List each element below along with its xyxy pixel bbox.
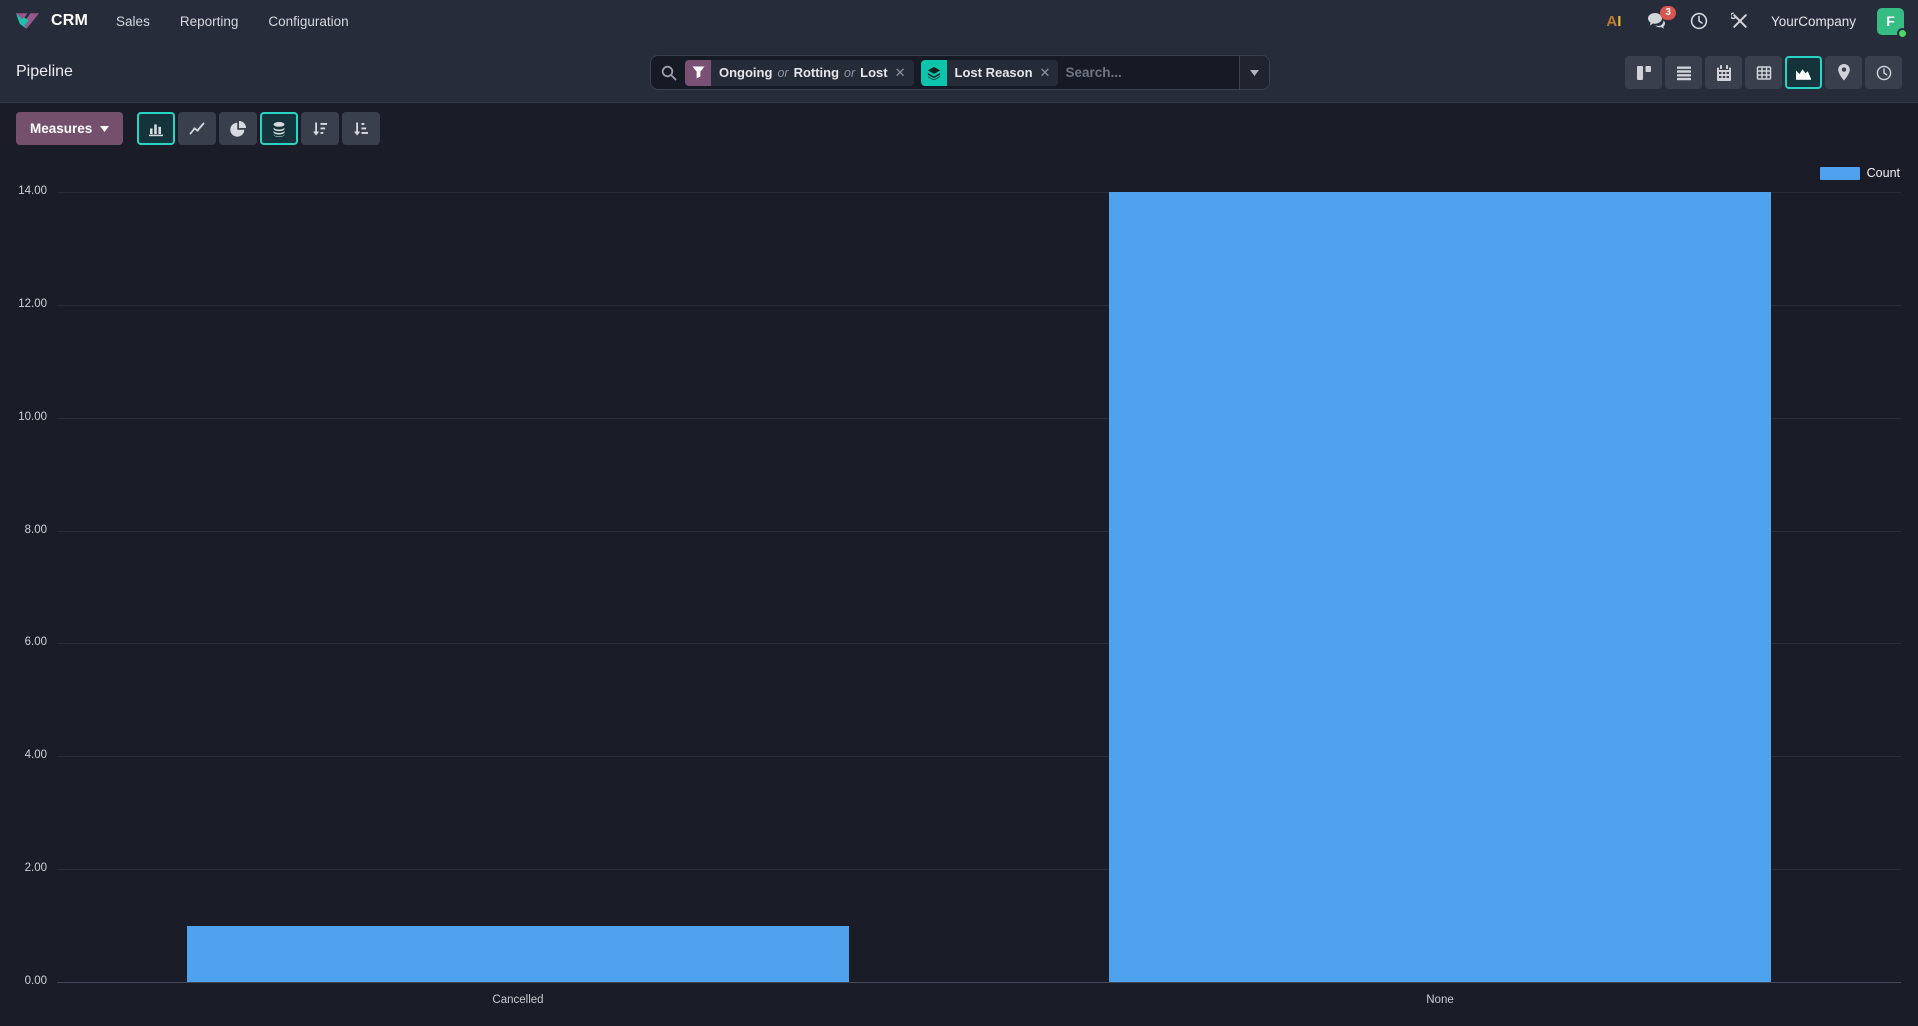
x-axis-label: Cancelled <box>57 994 979 1006</box>
search-bar[interactable]: Ongoing or Rotting or Lost ✕ Lost Reason… <box>650 55 1270 90</box>
filter-value: Rotting <box>794 65 839 80</box>
user-avatar[interactable]: F <box>1877 8 1904 35</box>
control-panel: Pipeline Ongoing or Rotting or Lost ✕ <box>0 42 1918 103</box>
messages-icon[interactable]: 3 <box>1648 11 1668 31</box>
activities-clock-icon[interactable] <box>1689 11 1709 31</box>
y-axis-tick: 12.00 <box>18 298 47 310</box>
app-name[interactable]: CRM <box>51 12 88 30</box>
chart-type-buttons <box>137 112 380 145</box>
map-view-button[interactable] <box>1825 56 1862 89</box>
page-title: Pipeline <box>16 63 73 81</box>
gridline <box>57 982 1901 983</box>
remove-groupby-facet-icon[interactable]: ✕ <box>1040 65 1051 81</box>
messages-badge: 3 <box>1660 6 1676 20</box>
plot-area: 0.002.004.006.008.0010.0012.0014.00Cance… <box>57 192 1901 982</box>
legend-label: Count <box>1867 166 1900 180</box>
measures-button[interactable]: Measures <box>16 112 123 145</box>
calendar-view-button[interactable] <box>1705 56 1742 89</box>
top-navbar: CRM Sales Reporting Configuration AI 3 <box>0 0 1918 42</box>
list-view-button[interactable] <box>1665 56 1702 89</box>
chart-bar[interactable] <box>187 926 849 982</box>
y-axis-tick: 10.00 <box>18 411 47 423</box>
menu-sales[interactable]: Sales <box>116 14 150 29</box>
remove-filter-facet-icon[interactable]: ✕ <box>895 65 906 81</box>
filter-facet: Ongoing or Rotting or Lost ✕ <box>685 60 914 86</box>
filter-funnel-icon <box>685 60 711 86</box>
activity-view-button[interactable] <box>1865 56 1902 89</box>
menu-reporting[interactable]: Reporting <box>180 14 239 29</box>
search-options-toggle[interactable] <box>1239 56 1269 89</box>
legend-swatch <box>1820 167 1860 180</box>
y-axis-tick: 2.00 <box>25 862 47 874</box>
chart-bar[interactable] <box>1109 192 1771 982</box>
chart-legend[interactable]: Count <box>1820 166 1900 180</box>
menu-configuration[interactable]: Configuration <box>268 14 348 29</box>
bar-chart-button[interactable] <box>137 112 175 145</box>
filter-value: Ongoing <box>719 65 772 80</box>
sort-descending-button[interactable] <box>301 112 339 145</box>
kanban-view-button[interactable] <box>1625 56 1662 89</box>
pie-chart-button[interactable] <box>219 112 257 145</box>
filter-value: Lost <box>860 65 887 80</box>
company-name[interactable]: YourCompany <box>1771 14 1856 29</box>
odoo-logo-icon[interactable] <box>14 9 41 33</box>
groupby-layers-icon <box>921 60 947 86</box>
debug-tools-icon[interactable] <box>1730 11 1750 31</box>
search-icon <box>661 65 677 81</box>
y-axis-tick: 0.00 <box>25 975 47 987</box>
line-chart-button[interactable] <box>178 112 216 145</box>
main-menu: Sales Reporting Configuration <box>116 14 349 29</box>
y-axis-tick: 8.00 <box>25 524 47 536</box>
graph-view-content: Measures <box>0 104 1918 1026</box>
search-input[interactable] <box>1065 65 1239 80</box>
graph-toolbar: Measures <box>16 112 380 145</box>
y-axis-tick: 4.00 <box>25 749 47 761</box>
graph-view-button[interactable] <box>1785 56 1822 89</box>
ai-assistant-icon[interactable]: AI <box>1601 11 1627 31</box>
view-switcher <box>1625 56 1902 89</box>
y-axis-tick: 6.00 <box>25 636 47 648</box>
groupby-facet: Lost Reason ✕ <box>921 60 1059 86</box>
x-axis-label: None <box>979 994 1901 1006</box>
y-axis-tick: 14.00 <box>18 185 47 197</box>
pivot-view-button[interactable] <box>1745 56 1782 89</box>
groupby-value: Lost Reason <box>955 65 1033 80</box>
online-status-dot <box>1897 28 1908 39</box>
sort-ascending-button[interactable] <box>342 112 380 145</box>
stacked-chart-button[interactable] <box>260 112 298 145</box>
bar-chart: Count 0.002.004.006.008.0010.0012.0014.0… <box>0 146 1918 1026</box>
